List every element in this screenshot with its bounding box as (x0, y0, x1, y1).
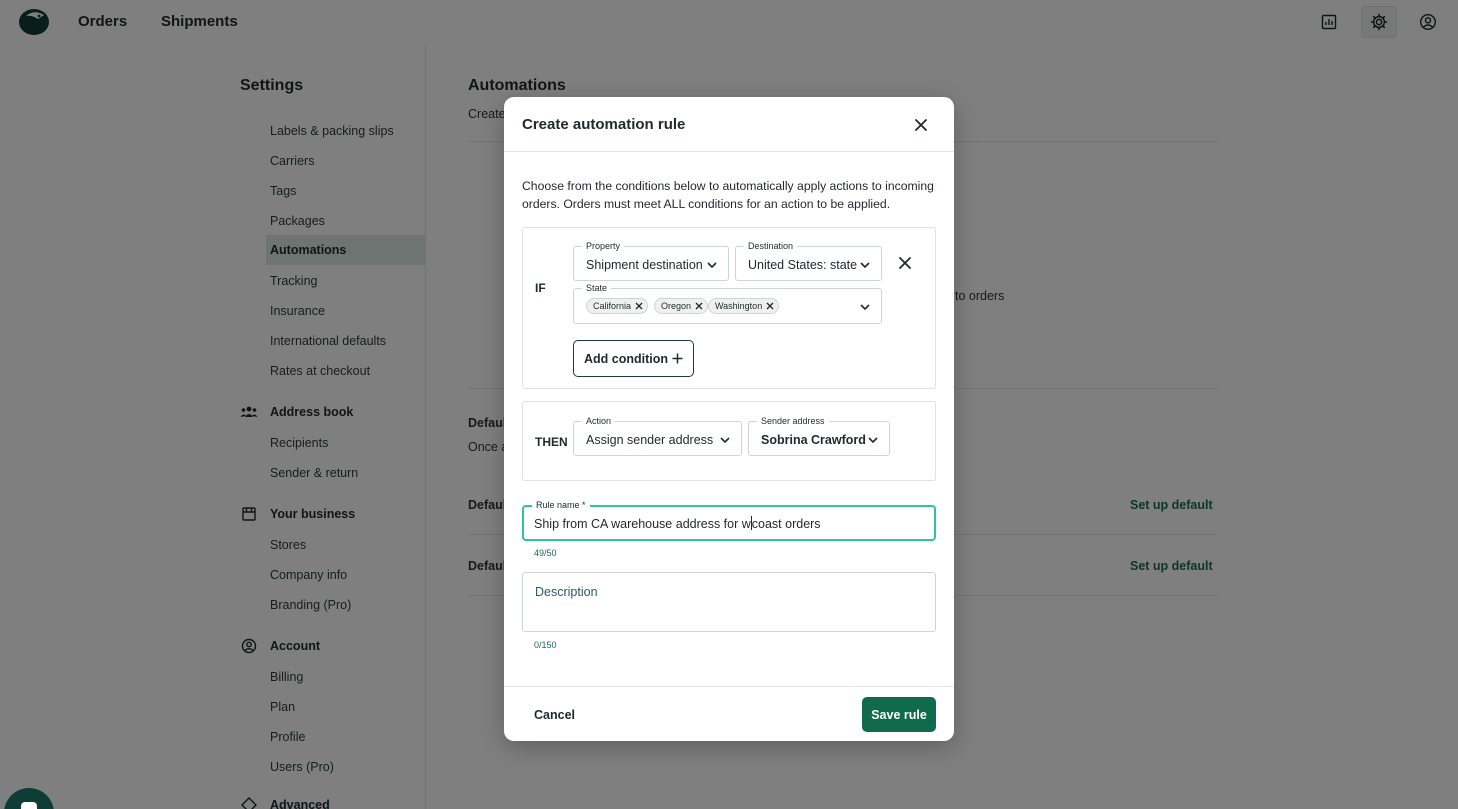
remove-condition-icon[interactable] (897, 255, 913, 271)
property-label: Property (582, 240, 625, 252)
action-value: Assign sender address (586, 433, 714, 447)
then-actions-box: THEN Action Assign sender address Sender… (522, 401, 936, 481)
chip-label: Washington (715, 301, 763, 311)
state-multiselect[interactable]: State California Oregon Washington (573, 282, 882, 324)
description-counter: 0/150 (534, 640, 557, 650)
save-rule-button[interactable]: Save rule (862, 697, 936, 732)
chevron-down-icon (860, 262, 870, 269)
add-condition-button[interactable]: Add condition (573, 340, 694, 377)
chip-label: California (593, 301, 632, 311)
destination-label: Destination (744, 240, 798, 252)
if-label: IF (535, 281, 546, 295)
then-label: THEN (535, 435, 568, 449)
modal-title: Create automation rule (522, 116, 686, 133)
state-label: State (582, 282, 612, 294)
property-select[interactable]: Property Shipment destination (573, 240, 729, 281)
destination-value: United States: state (748, 258, 858, 272)
state-chip-oregon: Oregon (654, 298, 709, 314)
chip-remove-icon[interactable] (635, 302, 643, 310)
cancel-button[interactable]: Cancel (534, 708, 575, 722)
modal-footer: Cancel Save rule (504, 686, 954, 741)
chip-label: Oregon (661, 301, 692, 311)
chip-remove-icon[interactable] (695, 302, 703, 310)
destination-select[interactable]: Destination United States: state (735, 240, 882, 281)
sender-address-select[interactable]: Sender address Sobrina Crawford (748, 415, 890, 456)
plus-icon (672, 353, 683, 364)
modal-intro: Choose from the conditions below to auto… (522, 179, 934, 211)
rule-name-label: Rule name * (532, 499, 590, 511)
state-chip-california: California (586, 298, 649, 314)
action-label: Action (582, 415, 616, 427)
action-select[interactable]: Action Assign sender address (573, 415, 742, 456)
description-input[interactable]: Description (522, 572, 936, 632)
modal-header: Create automation rule (504, 97, 954, 152)
property-value: Shipment destination (586, 258, 703, 272)
rule-name-input[interactable]: Rule name * Ship from CA warehouse addre… (522, 499, 936, 541)
close-icon[interactable] (910, 114, 932, 136)
if-conditions-box: IF Property Shipment destination Destina… (522, 227, 936, 389)
rule-name-counter: 49/50 (534, 548, 557, 558)
sender-address-value: Sobrina Crawford (761, 433, 866, 447)
rule-name-value: Ship from CA warehouse address for wcoas… (534, 516, 821, 531)
rule-name-text-after-caret: coast orders (751, 517, 821, 531)
chevron-down-icon (868, 437, 878, 444)
sender-address-label: Sender address (757, 415, 829, 427)
chip-remove-icon[interactable] (766, 302, 774, 310)
rule-name-text-before-caret: Ship from CA warehouse address for w (534, 517, 751, 531)
state-chip-washington: Washington (708, 298, 780, 314)
chevron-down-icon (860, 304, 870, 311)
chevron-down-icon (720, 437, 730, 444)
chevron-down-icon (707, 262, 717, 269)
create-automation-rule-modal: Create automation rule Choose from the c… (504, 97, 954, 741)
description-placeholder: Description (535, 585, 598, 599)
add-condition-label: Add condition (583, 351, 668, 366)
